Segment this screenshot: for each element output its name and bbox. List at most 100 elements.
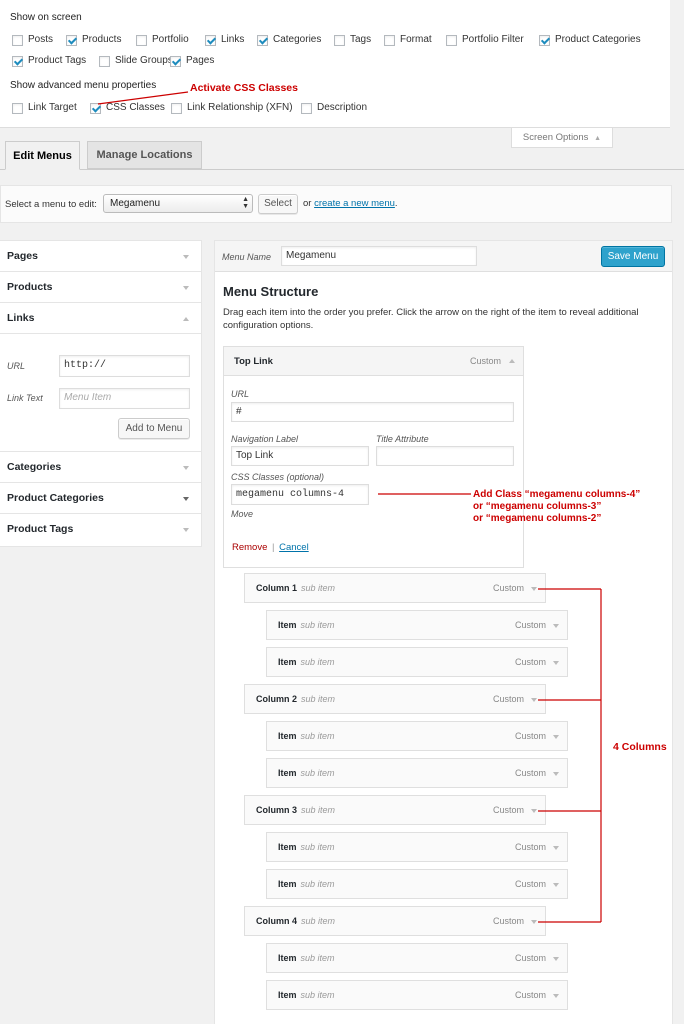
add-class-annotation: Add Class “megamenu columns-4” or “megam… [473,489,640,525]
menu-item-column-3-title: Column 3 sub item [256,796,335,825]
checkbox-label-product-tags[interactable]: Product Tags [28,55,86,66]
add-class-line-3: or “megamenu columns-2” [473,513,602,524]
save-menu-label: Save Menu [607,251,659,262]
accordion-links[interactable]: Links [0,303,201,334]
checkbox-label-portfolio-filter[interactable]: Portfolio Filter [462,34,524,45]
activate-css-annotation: Activate CSS Classes [190,82,298,94]
checkbox-label-portfolio[interactable]: Portfolio [152,34,189,45]
accordion-links-title: Links [7,312,35,324]
checkbox-slide-groups[interactable] [99,56,110,67]
menu-item-sub-sub-label: sub item [300,731,335,741]
chevron-down-icon [183,497,189,501]
menu-item-sub[interactable]: Item sub item Custom [266,869,568,899]
checkbox-label-categories[interactable]: Categories [273,34,321,45]
menu-item-column-2-title: Column 2 sub item [256,685,335,714]
css-classes-label: CSS Classes (optional) [231,472,325,482]
menu-item-sub[interactable]: Item sub item Custom [266,647,568,677]
checkbox-products[interactable] [66,35,77,46]
css-classes-input[interactable]: megamenu columns-4 [231,484,369,505]
menu-select[interactable]: Megamenu ▲ ▼ [103,194,253,213]
menu-item-column-2-type: Custom [492,694,524,704]
checkbox-label-product-categories[interactable]: Product Categories [555,34,641,45]
accordion-products[interactable]: Products [0,272,201,303]
checkbox-label-slide-groups[interactable]: Slide Groups [115,55,173,66]
tab-edit-menus[interactable]: Edit Menus [5,141,80,170]
checkbox-label-posts[interactable]: Posts [28,34,53,45]
create-new-menu-link[interactable]: create a new menu [314,198,395,209]
checkbox-label-description[interactable]: Description [317,102,367,113]
chevron-down-icon [183,286,189,290]
menu-item-sub[interactable]: Item sub item Custom [266,758,568,788]
checkbox-label-tags[interactable]: Tags [350,34,371,45]
checkbox-portfolio-filter[interactable] [446,35,457,46]
chevron-down-icon[interactable] [553,957,559,961]
chevron-down-icon[interactable] [531,698,537,702]
cancel-link[interactable]: Cancel [279,542,309,553]
title-attribute-input[interactable] [376,446,514,466]
chevron-down-icon[interactable] [553,994,559,998]
accordion-pages[interactable]: Pages [0,241,201,272]
checkbox-categories[interactable] [257,35,268,46]
url-input[interactable]: http:// [59,355,190,377]
menu-name-input[interactable]: Megamenu [281,246,477,266]
checkbox-links[interactable] [205,35,216,46]
chevron-down-icon[interactable] [531,809,537,813]
menu-item-sub[interactable]: Item sub item Custom [266,980,568,1010]
menu-item-sub-sub-label: sub item [300,620,335,630]
menu-item-column-4[interactable]: Column 4 sub item Custom [244,906,546,936]
menu-name-label: Menu Name [222,252,272,262]
top-link-title: Top Link [234,356,273,367]
chevron-up-icon[interactable] [509,359,515,363]
activate-css-arrow [97,91,189,105]
checkbox-link-target[interactable] [12,103,23,114]
add-to-menu-button[interactable]: Add to Menu [118,418,190,439]
remove-link[interactable]: Remove [232,542,267,553]
select-button[interactable]: Select [258,194,298,214]
menu-item-sub-name: Item [278,953,297,963]
screen-options-toggle[interactable]: Screen Options ▲ [511,128,613,148]
save-menu-button[interactable]: Save Menu [601,246,665,267]
tab-manage-locations[interactable]: Manage Locations [87,141,202,169]
checkbox-label-products[interactable]: Products [82,34,121,45]
checkbox-portfolio[interactable] [136,35,147,46]
checkbox-description[interactable] [301,103,312,114]
checkbox-product-tags[interactable] [12,56,23,67]
accordion-product-tags[interactable]: Product Tags [0,514,201,546]
menu-item-column-3[interactable]: Column 3 sub item Custom [244,795,546,825]
checkbox-label-links[interactable]: Links [221,34,244,45]
menu-item-column-2[interactable]: Column 2 sub item Custom [244,684,546,714]
chevron-down-icon[interactable] [531,920,537,924]
checkbox-product-categories[interactable] [539,35,550,46]
menu-item-sub-name: Item [278,657,297,667]
menu-item-column-1[interactable]: Column 1 sub item Custom [244,573,546,603]
menu-item-sub-title: Item sub item [278,833,335,862]
checkbox-format[interactable] [384,35,395,46]
menu-item-column-4-type: Custom [492,916,524,926]
link-text-placeholder: Menu Item [64,392,112,403]
menu-item-sub-type: Custom [514,990,546,1000]
menu-item-sub[interactable]: Item sub item Custom [266,943,568,973]
accordion-categories-title: Categories [7,461,62,473]
menu-item-column-4-title: Column 4 sub item [256,907,335,936]
menu-item-sub[interactable]: Item sub item Custom [266,721,568,751]
checkbox-label-link-target[interactable]: Link Target [28,102,77,113]
accordion-product-categories[interactable]: Product Categories [0,483,201,514]
add-class-line-2: or “megamenu columns-3” [473,501,602,512]
checkbox-posts[interactable] [12,35,23,46]
checkbox-label-link-relationship-xfn[interactable]: Link Relationship (XFN) [187,102,293,113]
menu-item-sub-name: Item [278,620,297,630]
checkbox-pages[interactable] [170,56,181,67]
checkbox-tags[interactable] [334,35,345,46]
menu-item-column-3-type: Custom [492,805,524,815]
checkbox-label-format[interactable]: Format [400,34,432,45]
menu-item-sub-type: Custom [514,953,546,963]
menu-item-sub[interactable]: Item sub item Custom [266,832,568,862]
link-text-input[interactable]: Menu Item [59,388,190,409]
navigation-label-input[interactable]: Top Link [231,446,369,466]
top-link-url-input[interactable]: # [231,402,514,422]
accordion-categories[interactable]: Categories [0,452,201,483]
select-updown-icon: ▲ ▼ [242,196,249,210]
chevron-down-icon[interactable] [531,587,537,591]
menu-item-sub[interactable]: Item sub item Custom [266,610,568,640]
checkbox-label-pages[interactable]: Pages [186,55,214,66]
